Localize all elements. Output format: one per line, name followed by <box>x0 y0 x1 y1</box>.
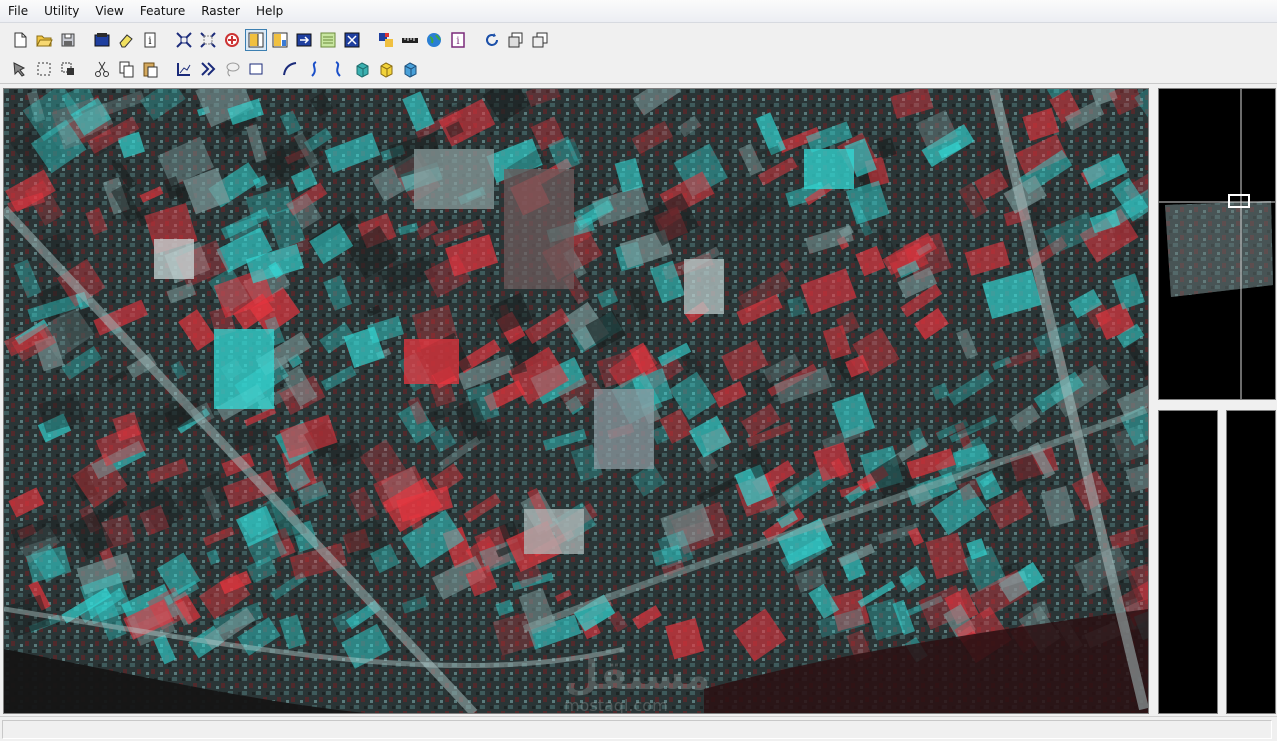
zoom-out-button[interactable] <box>197 29 219 51</box>
parallel-line-button[interactable] <box>197 58 219 80</box>
curve-icon <box>281 60 299 78</box>
eraser-button[interactable] <box>115 29 137 51</box>
cube-yellow-button[interactable] <box>375 58 397 80</box>
new-file-icon <box>11 31 29 49</box>
box-select-icon <box>59 60 77 78</box>
paste-button[interactable] <box>139 58 161 80</box>
paste-icon <box>141 60 159 78</box>
polyline-button[interactable] <box>173 58 195 80</box>
cube-yellow-icon <box>377 60 395 78</box>
lasso-button[interactable] <box>221 58 243 80</box>
menu-utility[interactable]: Utility <box>36 0 87 22</box>
tile-windows-button[interactable] <box>529 29 551 51</box>
layout-one-icon <box>247 31 265 49</box>
cube-teal-button[interactable] <box>351 58 373 80</box>
save-button[interactable] <box>57 29 79 51</box>
select-tool-icon <box>11 60 29 78</box>
watermark-logo: مستقل <box>564 653 710 699</box>
menu-view[interactable]: View <box>87 0 131 22</box>
marquee-button[interactable] <box>33 58 55 80</box>
parallel-line-icon <box>199 60 217 78</box>
stereo-anaglyph-view[interactable]: مستقل mostaql.com <box>3 88 1149 714</box>
spline-button[interactable] <box>303 58 325 80</box>
roam-button[interactable] <box>221 29 243 51</box>
polyline-icon <box>175 60 193 78</box>
viewer-button[interactable] <box>91 29 113 51</box>
anaglyph-image[interactable]: مستقل mostaql.com <box>4 89 1148 713</box>
properties-icon: i <box>449 31 467 49</box>
rotate-icon <box>483 31 501 49</box>
cube-blue-button[interactable] <box>399 58 421 80</box>
eraser-icon <box>117 31 135 49</box>
spline-alt-button[interactable] <box>327 58 349 80</box>
open-folder-icon <box>35 31 53 49</box>
primary-toolbar: ii <box>0 26 1277 54</box>
cut-icon <box>93 60 111 78</box>
left-detail-panel[interactable] <box>1158 410 1218 714</box>
info-icon: i <box>141 31 159 49</box>
rectangle-icon <box>247 60 265 78</box>
menu-file[interactable]: File <box>0 0 36 22</box>
roam-icon <box>223 31 241 49</box>
zoom-out-icon <box>199 31 217 49</box>
globe-icon <box>425 31 443 49</box>
cut-button[interactable] <box>91 58 113 80</box>
menu-raster[interactable]: Raster <box>193 0 248 22</box>
ruler-icon <box>401 31 419 49</box>
fit-window-icon <box>343 31 361 49</box>
rectangle-button[interactable] <box>245 58 267 80</box>
globe-button[interactable] <box>423 29 445 51</box>
cube-blue-icon <box>401 60 419 78</box>
status-bar <box>0 716 1277 741</box>
color-squares-button[interactable] <box>375 29 397 51</box>
ruler-button[interactable] <box>399 29 421 51</box>
open-folder-button[interactable] <box>33 29 55 51</box>
swipe-button[interactable] <box>317 29 339 51</box>
marquee-icon <box>35 60 53 78</box>
layout-two-button[interactable] <box>269 29 291 51</box>
layout-two-icon <box>271 31 289 49</box>
layout-one-button[interactable] <box>245 29 267 51</box>
copy-button[interactable] <box>115 58 137 80</box>
menu-help[interactable]: Help <box>248 0 291 22</box>
copy-window-icon <box>507 31 525 49</box>
zoom-in-button[interactable] <box>173 29 195 51</box>
menu-feature[interactable]: Feature <box>132 0 193 22</box>
properties-button[interactable]: i <box>447 29 469 51</box>
new-file-button[interactable] <box>9 29 31 51</box>
rotate-button[interactable] <box>481 29 503 51</box>
menu-bar: File Utility View Feature Raster Help <box>0 0 1277 23</box>
viewer-icon <box>93 31 111 49</box>
secondary-toolbar <box>0 55 1277 84</box>
color-squares-icon <box>377 31 395 49</box>
watermark-url: mostaql.com <box>564 696 668 713</box>
copy-icon <box>117 60 135 78</box>
info-button[interactable]: i <box>139 29 161 51</box>
copy-window-button[interactable] <box>505 29 527 51</box>
overview-panel[interactable] <box>1158 88 1276 400</box>
fit-window-button[interactable] <box>341 29 363 51</box>
spline-icon <box>305 60 323 78</box>
overview-map[interactable] <box>1159 89 1275 399</box>
select-tool-button[interactable] <box>9 58 31 80</box>
status-pane <box>2 720 1272 739</box>
spline-alt-icon <box>329 60 347 78</box>
curve-button[interactable] <box>279 58 301 80</box>
blend-icon <box>295 31 313 49</box>
svg-text:i: i <box>148 36 151 47</box>
zoom-in-icon <box>175 31 193 49</box>
box-select-button[interactable] <box>57 58 79 80</box>
cube-teal-icon <box>353 60 371 78</box>
right-detail-panel[interactable] <box>1226 410 1276 714</box>
lasso-icon <box>223 60 241 78</box>
swipe-icon <box>319 31 337 49</box>
tile-windows-icon <box>531 31 549 49</box>
save-icon <box>59 31 77 49</box>
blend-button[interactable] <box>293 29 315 51</box>
svg-text:i: i <box>456 36 459 47</box>
